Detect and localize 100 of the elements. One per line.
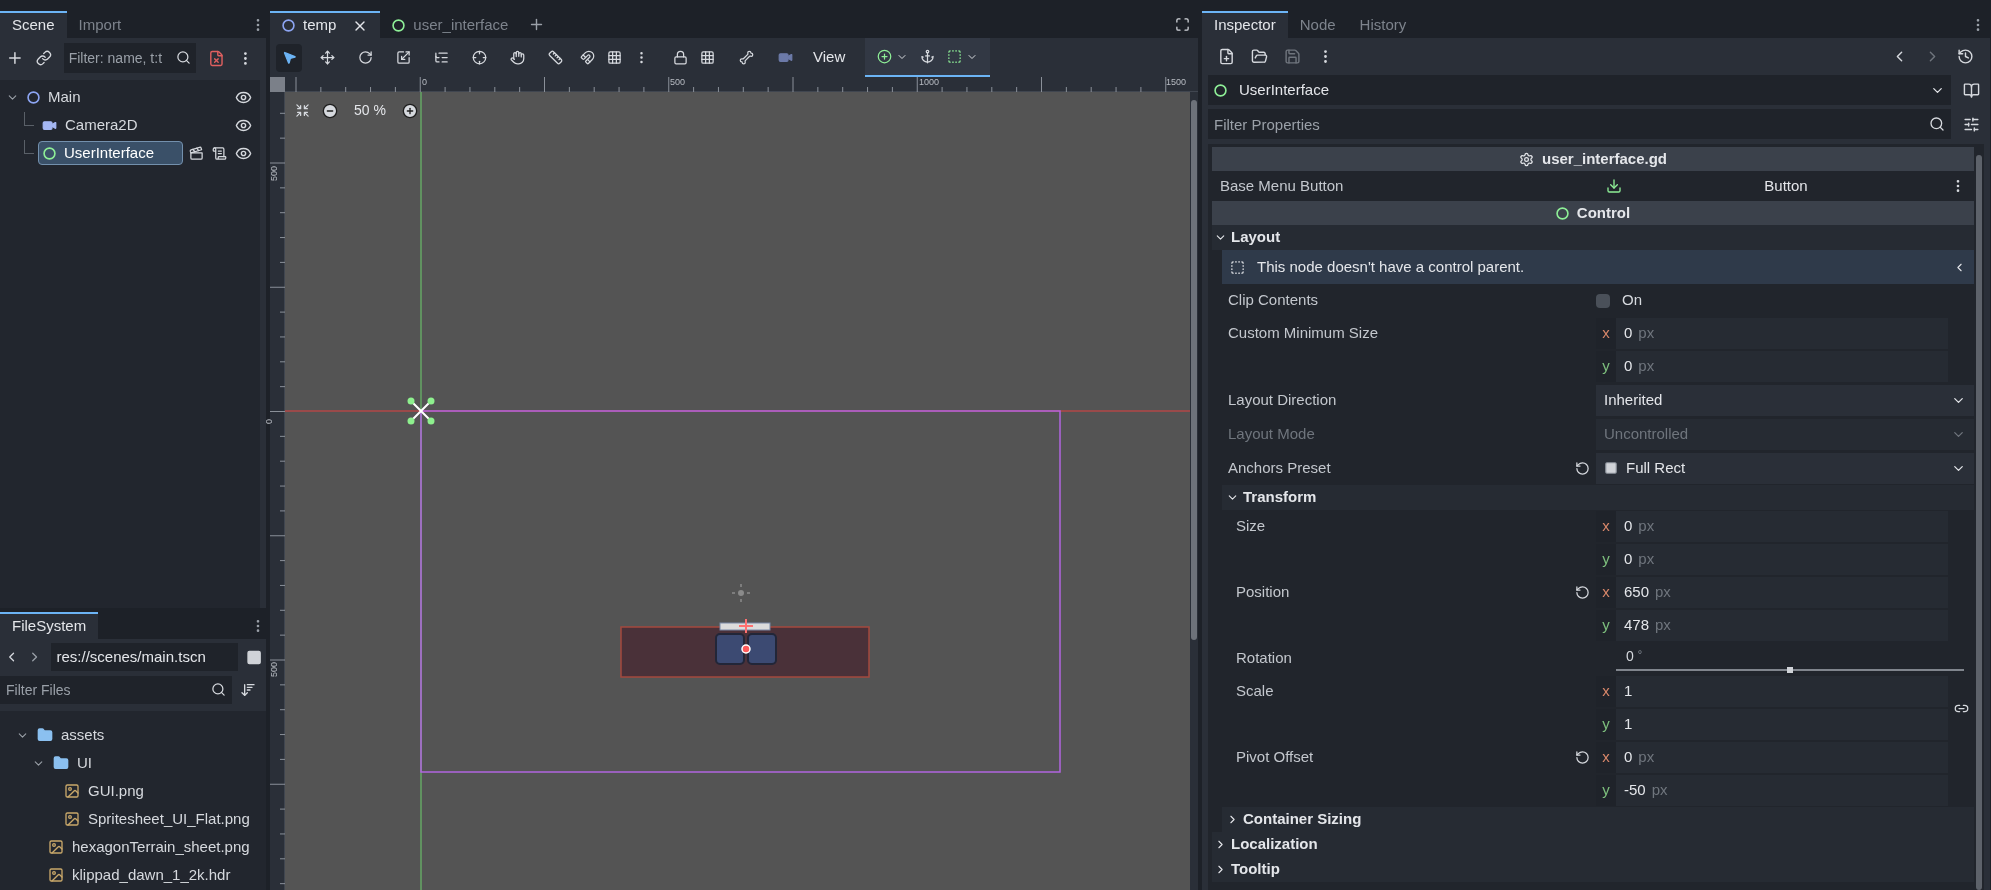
camera-icon[interactable] <box>778 50 793 65</box>
dropdown[interactable]: Inherited <box>1596 384 1974 416</box>
snap-icon[interactable] <box>580 50 595 65</box>
select-tool-icon[interactable] <box>276 43 302 72</box>
warning-banner: This node doesn't have a control parent. <box>1222 250 1974 284</box>
property-label: Pivot Offset <box>1235 747 1314 768</box>
control-icon <box>392 19 406 32</box>
script-icon[interactable] <box>212 145 227 161</box>
tab[interactable]: temp <box>270 11 381 38</box>
filter-files-field[interactable]: Filter Files <box>0 676 232 704</box>
file-name[interactable]: GUI.png <box>88 779 144 803</box>
ruler-label: 1500 <box>1166 78 1187 87</box>
node-icon <box>27 90 40 104</box>
number-field[interactable]: 0 px <box>1616 511 1948 542</box>
node-selector[interactable]: UserInterface <box>1208 75 1951 105</box>
tab[interactable]: Inspector <box>1202 11 1288 38</box>
clapperboard-icon[interactable] <box>189 145 204 161</box>
checkbox[interactable]: On <box>1596 289 1642 312</box>
zoom-in-icon[interactable] <box>402 102 418 119</box>
number-field[interactable]: -50 px <box>1616 775 1948 806</box>
node-icon <box>282 19 295 32</box>
property-label: Layout Direction <box>1227 389 1337 410</box>
assign-icon[interactable] <box>1606 178 1622 194</box>
property-label: Clip Contents <box>1227 290 1319 311</box>
revert-icon[interactable] <box>1574 460 1590 476</box>
grid-icon[interactable] <box>607 50 622 65</box>
tab[interactable]: History <box>1347 11 1419 38</box>
control-icon <box>43 146 56 160</box>
image-icon <box>64 783 80 799</box>
property-group-header[interactable]: Container Sizing <box>1222 807 1974 832</box>
zoom-level[interactable]: 50 % <box>350 100 390 121</box>
script-header: user_interface.gd <box>1212 147 1974 171</box>
property-label: Anchors Preset <box>1227 457 1331 478</box>
center-view-icon[interactable] <box>295 103 310 118</box>
file-name[interactable]: klippad_dawn_1_2k.hdr <box>72 863 231 887</box>
property-group-header[interactable]: Transform <box>1222 485 1974 510</box>
ruler-label: 500 <box>270 662 279 677</box>
tab[interactable]: Import <box>66 11 134 38</box>
property-group-header[interactable]: Localization <box>1212 832 1974 857</box>
file-name[interactable]: UI <box>77 751 92 775</box>
image-icon <box>64 811 80 827</box>
remove-script-icon[interactable] <box>208 49 226 67</box>
layout-icon[interactable] <box>947 49 963 64</box>
path-field[interactable]: res://scenes/main.tscn <box>50 643 238 671</box>
scene-node[interactable]: Camera2D <box>38 113 142 137</box>
revert-icon[interactable] <box>1574 585 1590 600</box>
number-field[interactable]: 0 px <box>1616 544 1948 575</box>
number-field[interactable]: 0 px <box>1616 742 1948 773</box>
number-field[interactable]: 0 px <box>1616 351 1948 382</box>
filter-options-icon[interactable] <box>1963 115 1980 133</box>
ruler-label: 500 <box>270 166 279 181</box>
add-node-icon[interactable] <box>6 49 24 67</box>
tab[interactable]: Scene <box>0 11 67 38</box>
resource-field[interactable]: Button <box>1622 174 1950 198</box>
scene-node[interactable]: Main <box>23 85 85 109</box>
ruler-corner <box>270 77 285 92</box>
zoom-out-icon[interactable] <box>322 102 338 119</box>
rotation-slider[interactable]: 0 ° <box>1606 643 1974 674</box>
tab[interactable]: Node <box>1287 11 1348 38</box>
sort-icon[interactable] <box>240 682 256 698</box>
file-name[interactable]: Spritesheet_UI_Flat.png <box>88 807 250 831</box>
bone-icon[interactable] <box>739 50 754 65</box>
documentation-icon[interactable] <box>1963 81 1980 99</box>
pivot-gizmo-icon[interactable] <box>407 397 435 425</box>
image-icon <box>48 867 64 883</box>
anchor-icon[interactable] <box>920 49 936 64</box>
number-field[interactable]: 1 <box>1616 709 1948 740</box>
tab[interactable]: user_interface <box>380 11 521 38</box>
open-folder-icon[interactable] <box>1251 48 1268 65</box>
control-icon <box>1555 206 1569 220</box>
folder-icon <box>37 727 53 743</box>
scene-node[interactable]: UserInterface <box>38 141 183 165</box>
lock-icon[interactable] <box>673 50 688 65</box>
number-field[interactable]: 650 px <box>1616 577 1948 608</box>
file-name[interactable]: hexagonTerrain_sheet.png <box>72 835 250 859</box>
number-field[interactable]: 478 px <box>1616 610 1948 641</box>
number-field[interactable]: 1 <box>1616 676 1948 707</box>
filter-properties-field[interactable]: Filter Properties <box>1208 109 1951 139</box>
file-name[interactable]: assets <box>61 723 105 747</box>
search-icon <box>211 682 226 697</box>
add-icon[interactable] <box>877 49 893 64</box>
slider-thumb[interactable] <box>1787 667 1793 673</box>
dropdown[interactable]: Full Rect <box>1596 452 1974 484</box>
property-label: Scale <box>1235 681 1274 702</box>
property-group-header[interactable]: Layout <box>1212 225 1974 250</box>
property-group-header[interactable]: Tooltip <box>1212 857 1974 882</box>
toggle-view-icon[interactable] <box>245 648 262 666</box>
revert-icon[interactable] <box>1574 750 1590 765</box>
history-icon[interactable] <box>1957 48 1974 65</box>
save-icon[interactable] <box>1284 48 1301 65</box>
link-icon[interactable] <box>35 50 52 66</box>
fullscreen-icon[interactable] <box>1175 17 1190 32</box>
button-sprite <box>715 618 777 665</box>
new-resource-icon[interactable] <box>1218 48 1235 65</box>
number-field[interactable]: 0 px <box>1616 318 1948 349</box>
tab[interactable]: FileSystem <box>0 612 99 639</box>
filter-nodes-field[interactable]: Filter: name, t:t <box>63 43 197 73</box>
view-menu[interactable]: View <box>805 46 854 69</box>
search-icon <box>176 50 192 65</box>
scrollbar[interactable] <box>1190 92 1198 890</box>
